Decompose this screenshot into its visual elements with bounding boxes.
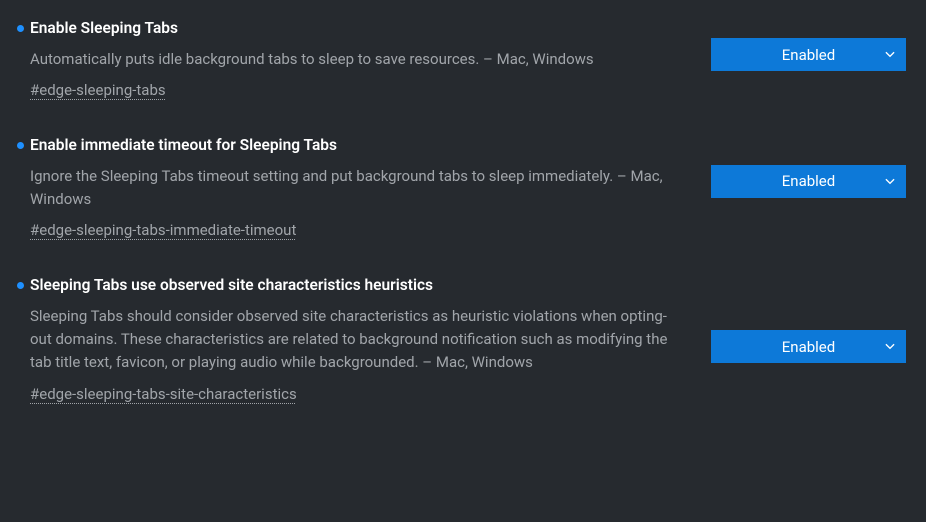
flag-title: Enable immediate timeout for Sleeping Ta… — [30, 135, 337, 157]
flag-title-row: Enable Sleeping Tabs — [14, 18, 681, 40]
flag-select-wrap: Enabled — [711, 135, 906, 198]
modified-indicator-icon — [17, 25, 24, 32]
flag-entry: Sleeping Tabs use observed site characte… — [0, 257, 926, 420]
flag-entry: Enable immediate timeout for Sleeping Ta… — [0, 117, 926, 257]
flag-title: Enable Sleeping Tabs — [30, 18, 178, 40]
flag-anchor-link[interactable]: #edge-sleeping-tabs-site-characteristics — [30, 385, 297, 403]
flag-state-dropdown[interactable]: Enabled — [711, 330, 906, 363]
flag-select-wrap: Enabled — [711, 18, 906, 71]
modified-indicator-icon — [17, 282, 24, 289]
flag-select-wrap: Enabled — [711, 275, 906, 363]
flag-description: Ignore the Sleeping Tabs timeout setting… — [30, 165, 681, 212]
dropdown-label: Enabled — [782, 338, 835, 356]
flag-content: Sleeping Tabs use observed site characte… — [14, 275, 681, 402]
flag-anchor-link[interactable]: #edge-sleeping-tabs-immediate-timeout — [30, 221, 296, 239]
dropdown-label: Enabled — [782, 46, 835, 64]
flag-entry: Enable Sleeping Tabs Automatically puts … — [0, 0, 926, 117]
modified-indicator-icon — [17, 142, 24, 149]
flag-description: Automatically puts idle background tabs … — [30, 48, 681, 71]
flag-description: Sleeping Tabs should consider observed s… — [30, 305, 681, 375]
flag-title-row: Enable immediate timeout for Sleeping Ta… — [14, 135, 681, 157]
dropdown-label: Enabled — [782, 172, 835, 190]
flag-anchor-link[interactable]: #edge-sleeping-tabs — [30, 81, 166, 99]
flag-content: Enable Sleeping Tabs Automatically puts … — [14, 18, 681, 99]
flag-content: Enable immediate timeout for Sleeping Ta… — [14, 135, 681, 239]
flag-state-dropdown[interactable]: Enabled — [711, 38, 906, 71]
flag-title-row: Sleeping Tabs use observed site characte… — [14, 275, 681, 297]
chevron-down-icon — [885, 342, 895, 352]
flag-title: Sleeping Tabs use observed site characte… — [30, 275, 433, 297]
chevron-down-icon — [885, 50, 895, 60]
flag-state-dropdown[interactable]: Enabled — [711, 165, 906, 198]
chevron-down-icon — [885, 176, 895, 186]
